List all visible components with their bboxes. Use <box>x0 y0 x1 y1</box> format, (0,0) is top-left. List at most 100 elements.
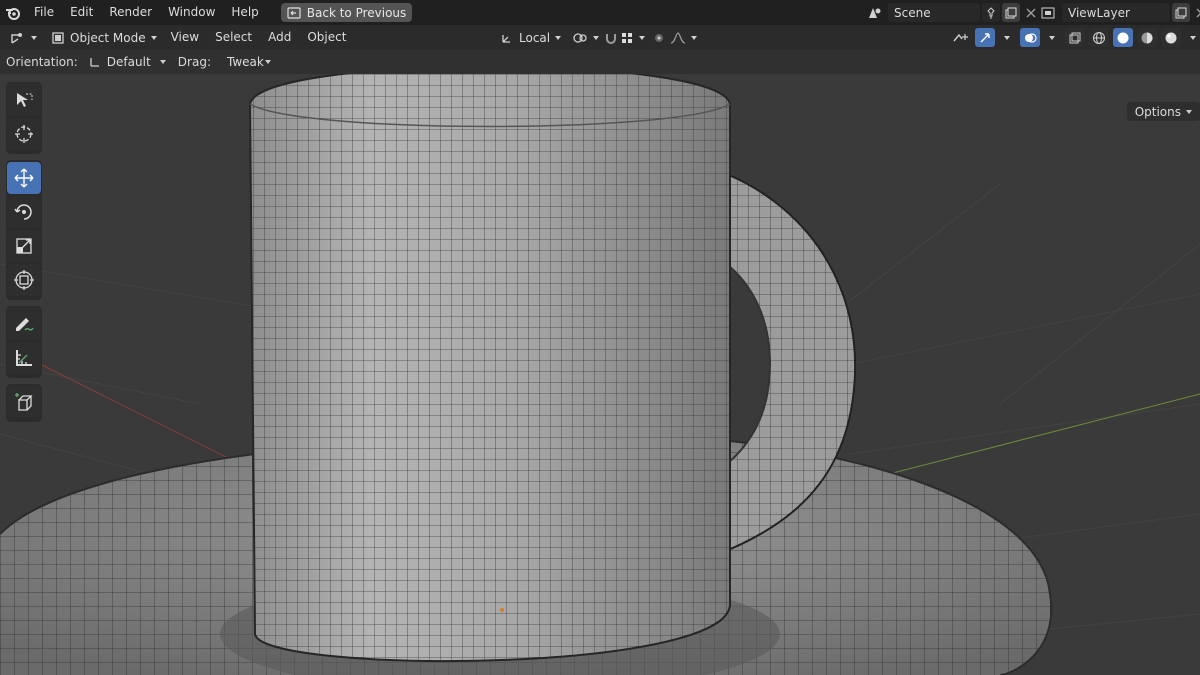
visibility-selector[interactable] <box>951 28 971 47</box>
rotate-tool[interactable] <box>7 196 41 228</box>
tool-group-add <box>6 384 42 422</box>
chevron-down-icon <box>264 60 271 64</box>
transform-icon <box>14 270 34 290</box>
chevron-down-icon <box>31 35 37 40</box>
menu-window[interactable]: Window <box>160 0 223 25</box>
shading-material-button[interactable] <box>1137 28 1157 47</box>
tool-settings-bar: Orientation: Default Drag: Tweak Options <box>0 50 1200 121</box>
chevron-down-icon[interactable] <box>1049 35 1055 40</box>
scene-name: Scene <box>894 5 931 20</box>
select-box-tool[interactable] <box>7 84 41 116</box>
new-scene-button[interactable] <box>1002 3 1020 22</box>
duplicate-icon <box>1175 7 1187 18</box>
3d-viewport-icon <box>11 32 22 44</box>
gizmo-toggle[interactable] <box>975 28 995 47</box>
solid-sphere-icon <box>1117 32 1129 43</box>
view-layer-name-field[interactable]: ViewLayer <box>1062 3 1170 22</box>
selectability-icon <box>953 33 968 41</box>
chevron-down-icon <box>1186 109 1192 114</box>
local-axes-icon <box>502 34 510 43</box>
falloff-curve-icon <box>670 31 686 44</box>
wireframe-sphere-icon <box>1093 31 1105 44</box>
overlays-icon <box>1025 32 1037 43</box>
falloff-selector[interactable] <box>664 28 703 47</box>
annotate-tool[interactable] <box>7 308 41 340</box>
transform-orientation-selector[interactable]: Local <box>494 28 567 47</box>
view-layer-browse-button[interactable] <box>1036 3 1062 22</box>
chevron-down-icon <box>555 35 562 40</box>
menu-file[interactable]: File <box>26 0 62 25</box>
3d-viewport[interactable] <box>0 74 1200 675</box>
new-view-layer-button[interactable] <box>1172 3 1190 22</box>
global-axes-icon <box>90 58 99 67</box>
options-button[interactable]: Options <box>1126 102 1200 121</box>
3d-cursor-origin <box>500 608 504 612</box>
duplicate-icon <box>1005 7 1017 18</box>
drag-value: Tweak <box>226 55 264 69</box>
scene-icon <box>869 7 881 18</box>
snap-grid-icon <box>622 32 632 43</box>
chevron-down-icon <box>150 35 157 40</box>
cursor-tool[interactable] <box>7 118 41 150</box>
menu-object[interactable]: Object <box>299 25 354 50</box>
transform-tool[interactable] <box>7 264 41 296</box>
xray-toggle[interactable] <box>1065 28 1085 47</box>
mode-selector[interactable]: Object Mode <box>45 28 163 47</box>
main-menu: File Edit Render Window Help <box>26 0 267 25</box>
scene-browse-button[interactable] <box>862 3 888 22</box>
delete-view-layer-button[interactable] <box>1192 3 1200 22</box>
scene-selector: Scene <box>860 2 1040 23</box>
view-layer-name: ViewLayer <box>1068 5 1130 20</box>
view-layer-selector: ViewLayer <box>1034 2 1200 23</box>
pin-icon <box>987 6 995 19</box>
orientation-selector[interactable]: Default <box>82 53 172 72</box>
shading-rendered-button[interactable] <box>1161 28 1181 47</box>
rotate-icon <box>14 204 32 220</box>
chevron-down-icon[interactable] <box>1004 35 1010 40</box>
tool-shelf <box>6 82 42 428</box>
shading-solid-button[interactable] <box>1113 28 1133 47</box>
menu-add[interactable]: Add <box>260 25 299 50</box>
back-to-previous-button[interactable]: Back to Previous <box>280 3 413 22</box>
viewport-display-controls <box>951 28 1196 47</box>
gizmo-icon <box>980 32 990 42</box>
chevron-down-icon <box>639 35 645 40</box>
menu-edit[interactable]: Edit <box>62 0 101 25</box>
mug-body-mesh[interactable] <box>248 74 731 663</box>
y-axis-line <box>849 393 1200 485</box>
back-to-previous-label: Back to Previous <box>306 5 407 20</box>
menu-view[interactable]: View <box>163 25 207 50</box>
measure-ruler-icon <box>16 350 32 366</box>
chevron-down-icon[interactable] <box>1190 35 1196 40</box>
chevron-down-icon <box>159 60 166 64</box>
menu-render[interactable]: Render <box>101 0 160 25</box>
add-cube-icon <box>15 393 33 411</box>
shading-wireframe-button[interactable] <box>1089 28 1109 47</box>
chevron-down-icon <box>691 35 697 40</box>
orientation-label: Orientation: <box>6 55 78 69</box>
move-tool[interactable] <box>7 162 41 194</box>
menu-select[interactable]: Select <box>207 25 260 50</box>
pin-scene-button[interactable] <box>982 3 1000 22</box>
viewport-scene[interactable] <box>0 74 1200 675</box>
transform-orientation-label: Local <box>519 30 551 45</box>
cursor-icon <box>15 125 33 143</box>
annotate-pencil-icon <box>16 318 34 331</box>
tool-group-annotate <box>6 306 42 378</box>
measure-tool[interactable] <box>7 342 41 374</box>
drag-label: Drag: <box>177 55 211 69</box>
top-bar: File Edit Render Window Help Back to Pre… <box>0 0 1200 25</box>
scale-tool[interactable] <box>7 230 41 262</box>
overlays-toggle[interactable] <box>1020 28 1040 47</box>
close-icon <box>1196 7 1200 18</box>
add-cube-tool[interactable] <box>7 386 41 418</box>
blender-logo-icon[interactable] <box>0 0 26 25</box>
menu-help[interactable]: Help <box>223 0 266 25</box>
drag-selector[interactable]: Tweak <box>221 53 277 72</box>
select-box-icon <box>17 93 33 107</box>
editor-type-button[interactable] <box>4 28 43 47</box>
scene-name-field[interactable]: Scene <box>888 3 980 22</box>
tool-group-transform <box>6 160 42 300</box>
rendered-sphere-icon <box>1165 32 1177 43</box>
material-sphere-icon <box>1141 32 1153 43</box>
